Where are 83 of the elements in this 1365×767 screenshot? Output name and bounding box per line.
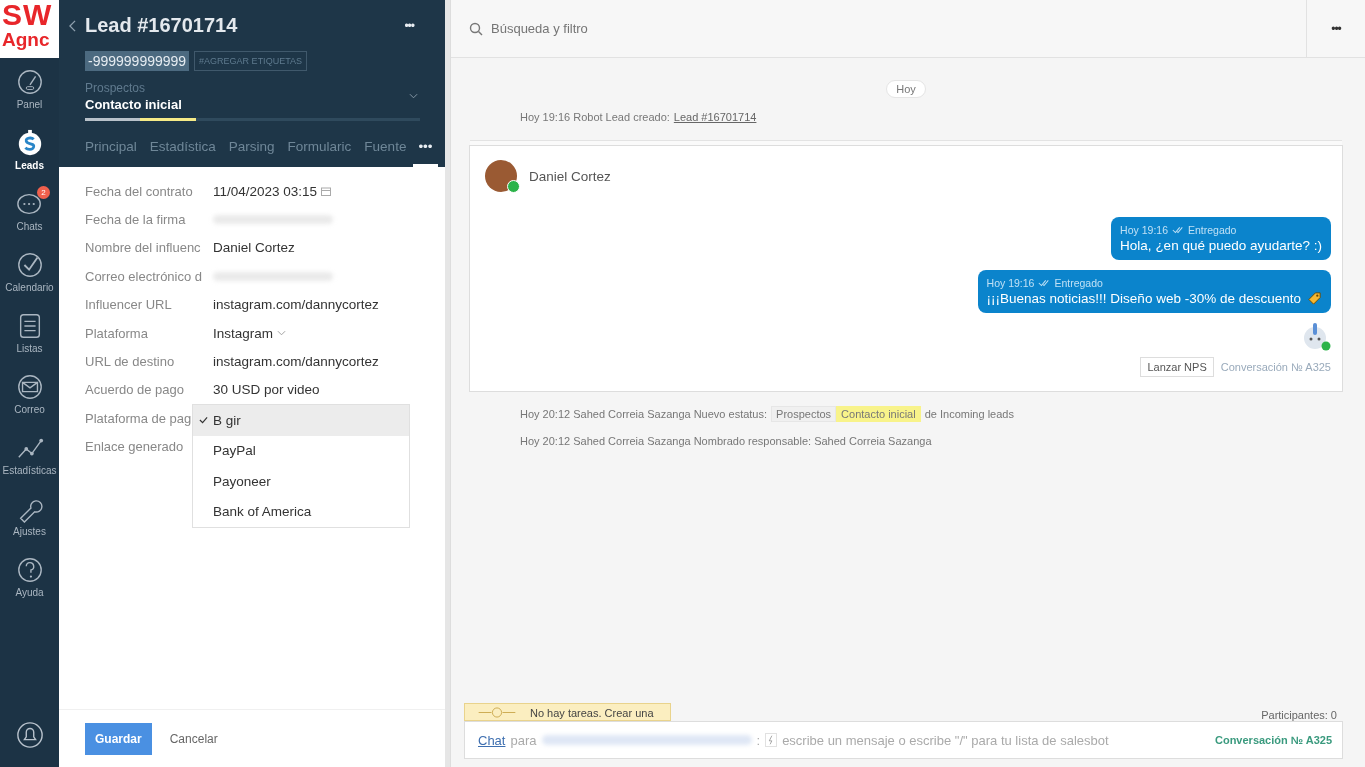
field-value[interactable]: 30 USD por video: [213, 382, 320, 398]
message-text: Hola, ¿en qué puedo ayudarte? :): [1120, 238, 1322, 253]
chat-link[interactable]: Chat: [478, 732, 506, 748]
date-field[interactable]: 11/04/2023 03:15: [213, 183, 318, 199]
chevron-down-icon: [277, 330, 287, 337]
more-menu-button[interactable]: •••: [1307, 0, 1365, 57]
stage-select[interactable]: Prospectos Contacto inicial: [85, 81, 420, 112]
nav-item[interactable]: Panel: [0, 58, 59, 119]
event-text: de Incoming leads: [924, 408, 1014, 420]
field-label: URL de destino: [85, 354, 175, 370]
nav-item[interactable]: Estadísticas: [0, 424, 59, 485]
tab[interactable]: Parsing: [228, 139, 288, 167]
participants-count: Participantes: 0: [1261, 709, 1337, 721]
nav-item[interactable]: Correo: [0, 363, 59, 424]
logo: SW Agnc: [0, 0, 59, 58]
conversation-number: Conversación № A325: [1220, 361, 1331, 373]
more-menu-button[interactable]: •••: [398, 17, 420, 34]
message-time: Hoy 19:16: [1120, 224, 1168, 236]
message-status: Entregado: [1054, 277, 1103, 289]
nav-item[interactable]: Listas: [0, 302, 59, 363]
whatsapp-icon: [507, 180, 520, 193]
select-field[interactable]: Instagram: [213, 325, 274, 341]
tab[interactable]: Principal: [85, 139, 150, 167]
search-field[interactable]: Búsqueda y filtro: [489, 20, 793, 37]
field-label: Plataforma: [85, 325, 148, 341]
chevron-down-icon: [409, 93, 418, 99]
stage-label: Contacto inicial: [836, 406, 921, 422]
gauge-icon: [15, 67, 44, 96]
mail-icon: [15, 372, 44, 401]
tab[interactable]: Estadística: [149, 139, 229, 167]
field-label: Fecha de la firma: [85, 212, 186, 228]
search-icon: [469, 21, 483, 36]
bell-icon[interactable]: [15, 721, 44, 749]
field-label: Enlace generado: [85, 439, 184, 455]
date-separator: Hoy: [886, 80, 926, 98]
event-text: Hoy 20:12 Sahed Correia Sazanga Nuevo estatus:: [520, 408, 768, 420]
double-check-icon: [1038, 279, 1051, 287]
dropdown-option[interactable]: Payoneer: [193, 466, 409, 497]
lead-title: Lead #16701714: [85, 14, 238, 37]
launch-nps-button[interactable]: Lanzar NPS: [1140, 357, 1214, 377]
checkmark-icon: [199, 416, 208, 425]
nav-item[interactable]: Calendario: [0, 241, 59, 302]
unread-badge: 2: [37, 186, 50, 199]
field-label: Plataforma de pag: [85, 410, 192, 426]
message-text: ¡¡¡Buenas noticias!!! Diseño web -30% de descuento: [986, 291, 1301, 306]
cancel-button[interactable]: Cancelar: [163, 730, 224, 747]
check-circle-icon: [15, 250, 44, 279]
tag[interactable]: -999999999999: [85, 51, 190, 71]
double-check-icon: [1172, 226, 1184, 234]
conversation-number: Conversación № A325: [1215, 734, 1332, 746]
field-label: Influencer URL: [85, 297, 172, 313]
field-value[interactable]: instagram.com/dannycortez: [213, 297, 379, 313]
message-time: Hoy 19:16: [986, 277, 1035, 289]
field-label: Fecha del contrato: [85, 183, 193, 199]
message-composer[interactable]: Chat para : escribe un mensaje o escribe "/" para tu lista de salesbot Conversación № A325: [464, 721, 1343, 759]
event-text: Hoy 19:16 Robot Lead creado:: [520, 111, 670, 123]
tab[interactable]: •••: [413, 139, 438, 167]
nav-item[interactable]: Ajustes: [0, 485, 59, 546]
no-tasks-notice[interactable]: No hay tareas. Crear una: [464, 703, 671, 721]
robot-avatar-icon: [1301, 321, 1331, 351]
contact-name: Daniel Cortez: [529, 168, 611, 184]
message-placeholder: escribe un mensaje o escribe "/" para tu lista de salesbot: [782, 732, 1109, 748]
field-value[interactable]: Daniel Cortez: [213, 240, 295, 256]
field-label: Correo electrónico d: [85, 268, 203, 284]
message-status: Entregado: [1188, 224, 1237, 236]
nav-item[interactable]: Ayuda: [0, 546, 59, 607]
back-chevron-icon[interactable]: [69, 19, 76, 32]
clock-icon: [478, 707, 516, 718]
lead-link[interactable]: Lead #16701714: [673, 111, 757, 123]
nav-item[interactable]: 2 Chats: [0, 180, 59, 241]
help-icon: [15, 555, 44, 584]
field-label: Nombre del influenc: [85, 240, 201, 256]
dropdown-option[interactable]: B gir: [193, 405, 409, 436]
dropdown-option[interactable]: Bank of America: [193, 496, 409, 528]
price-tag-icon: [1307, 291, 1322, 306]
separator-colon: :: [756, 732, 761, 748]
field-label: Acuerdo de pago: [85, 382, 185, 398]
field-value[interactable]: instagram.com/dannycortez: [213, 354, 379, 370]
pipeline-label: Prospectos: [771, 406, 837, 422]
recipient-prefix: para: [510, 732, 537, 748]
dropdown-option[interactable]: PayPal: [193, 435, 409, 467]
event-text: Hoy 20:12 Sahed Correia Sazanga Nombrado responsable: Sahed Correia Sazanga: [520, 435, 932, 447]
nav-item[interactable]: Leads: [0, 119, 59, 180]
